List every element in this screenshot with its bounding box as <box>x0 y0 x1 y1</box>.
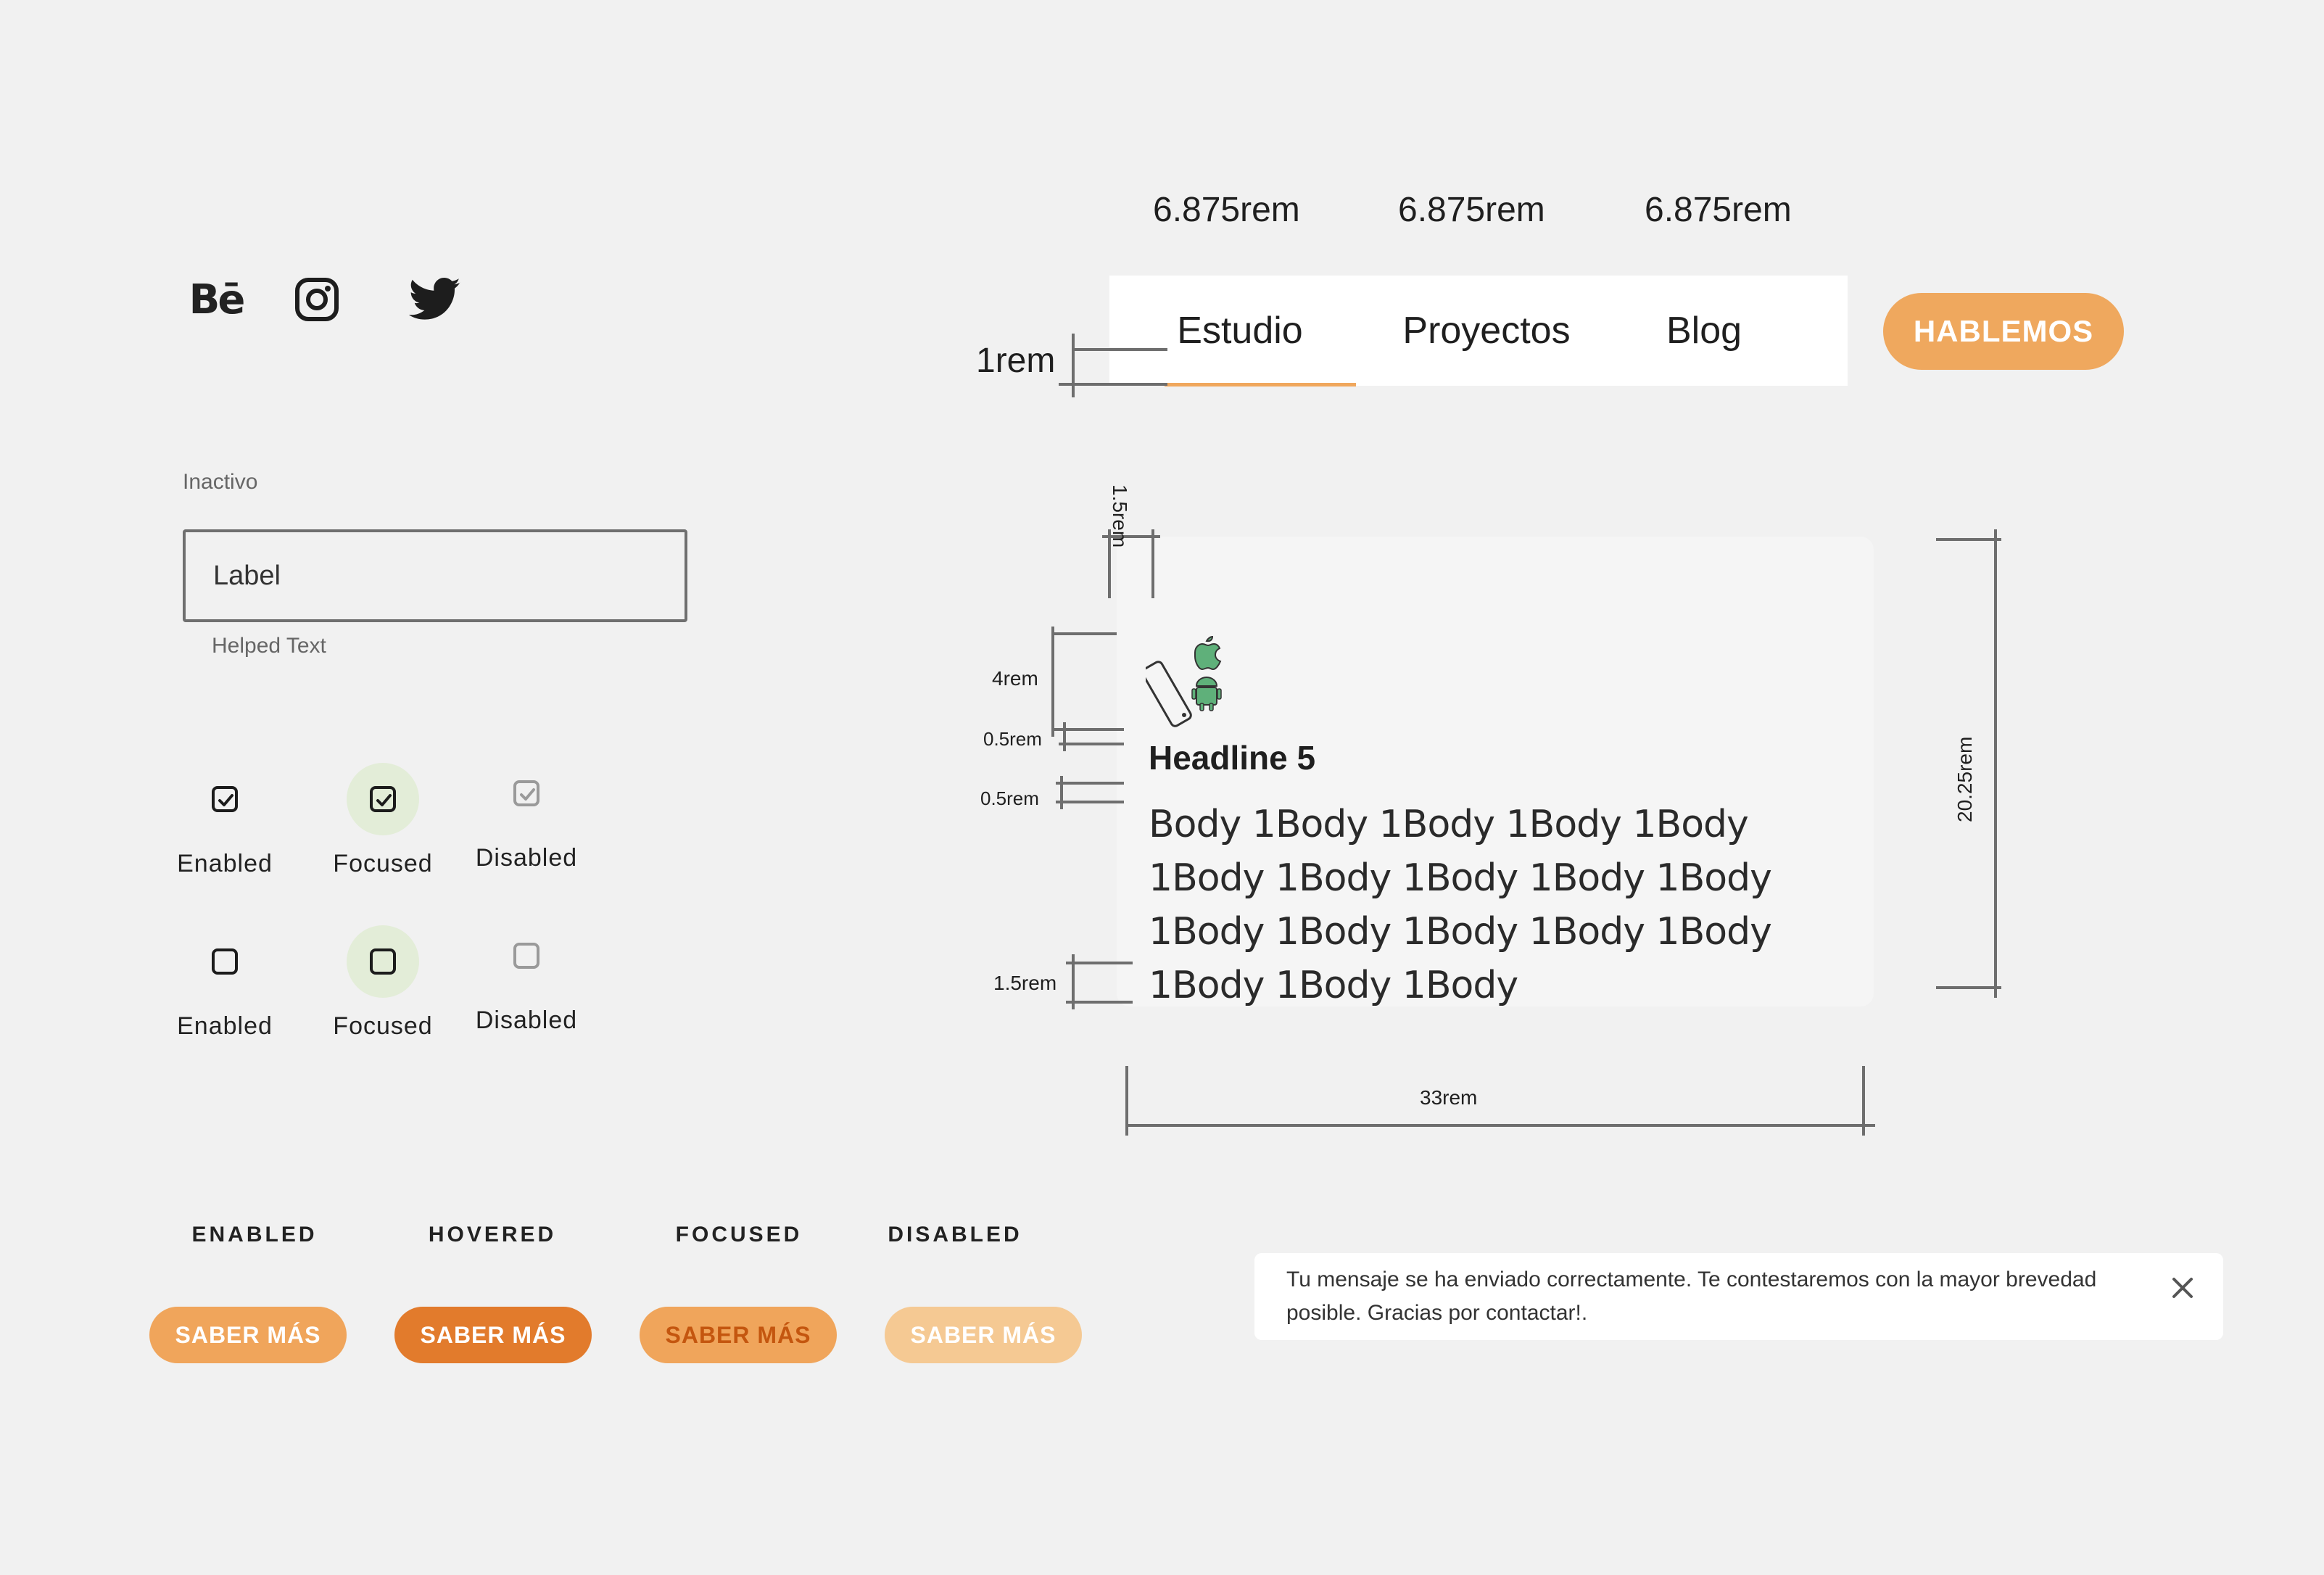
state-title-disabled: DISABLED <box>888 1223 1022 1247</box>
checkbox-unchecked-icon <box>370 948 396 975</box>
state-title-enabled: ENABLED <box>191 1223 318 1247</box>
field-value: Label <box>213 561 281 591</box>
nav-width-label: 6.875rem <box>1153 191 1300 229</box>
checkbox-unchecked-disabled: Disabled <box>461 919 592 1065</box>
nav-width-label: 6.875rem <box>1645 191 1792 229</box>
field-state-label: Inactivo <box>183 470 258 494</box>
nav-height-dimension-line <box>1059 334 1167 397</box>
toast-message: Tu mensaje se ha enviado correctamente. … <box>1286 1268 2097 1325</box>
behance-icon[interactable]: Bē <box>187 276 246 323</box>
checkbox-label: Disabled <box>475 844 578 872</box>
checkbox-label: Enabled <box>177 1012 273 1040</box>
checkbox-checked-icon <box>513 780 539 806</box>
checkbox-label: Enabled <box>177 850 273 877</box>
toast-notification: Tu mensaje se ha enviado correctamente. … <box>1254 1253 2223 1340</box>
label-text-field[interactable]: Label <box>183 529 687 622</box>
twitter-icon[interactable] <box>408 276 463 323</box>
saber-mas-button-focused[interactable]: SABER MÁS <box>640 1307 837 1363</box>
nav-width-label: 6.875rem <box>1398 191 1545 229</box>
checkbox-label: Focused <box>333 1012 433 1040</box>
checkbox-label: Focused <box>333 850 433 877</box>
behance-text: Bē <box>189 276 246 323</box>
nav-item-blog[interactable]: Blog <box>1632 276 1777 386</box>
close-icon[interactable] <box>2168 1273 2197 1302</box>
checkbox-checked-enabled[interactable]: Enabled <box>160 763 290 908</box>
dim-bottom-padding: 1.5rem <box>993 972 1057 994</box>
nav-bar: Estudio Proyectos Blog <box>1109 276 1848 386</box>
checkbox-checked-focused[interactable]: Focused <box>318 763 448 908</box>
active-tab-underline <box>1165 383 1356 386</box>
helper-text: Helped Text <box>212 634 326 658</box>
saber-mas-button-hovered[interactable]: SABER MÁS <box>394 1307 592 1363</box>
dim-gap-2: 0.5rem <box>980 788 1039 809</box>
nav-height-label: 1rem <box>976 342 1056 380</box>
dim-card-width: 33rem <box>1420 1086 1478 1109</box>
checkbox-checked-icon <box>370 786 396 812</box>
checkbox-unchecked-enabled[interactable]: Enabled <box>160 925 290 1070</box>
dim-top-padding: 1.5rem <box>1109 484 1131 548</box>
dim-icon-height: 4rem <box>992 667 1038 690</box>
checkbox-unchecked-focused[interactable]: Focused <box>318 925 448 1070</box>
state-title-hovered: HOVERED <box>428 1223 557 1247</box>
nav-item-proyectos[interactable]: Proyectos <box>1378 276 1595 386</box>
card-dimension-lines <box>1051 529 2001 1136</box>
dim-gap-1: 0.5rem <box>983 728 1042 750</box>
checkbox-unchecked-icon <box>212 948 238 975</box>
dim-card-height: 20.25rem <box>1953 736 1976 822</box>
hablemos-button[interactable]: HABLEMOS <box>1883 293 2124 370</box>
saber-mas-button-disabled: SABER MÁS <box>885 1307 1082 1363</box>
instagram-icon[interactable] <box>293 276 341 323</box>
checkbox-unchecked-icon <box>513 943 539 969</box>
state-title-focused: FOCUSED <box>675 1223 803 1247</box>
checkbox-checked-icon <box>212 786 238 812</box>
saber-mas-button-enabled[interactable]: SABER MÁS <box>149 1307 347 1363</box>
checkbox-checked-disabled: Disabled <box>461 757 592 902</box>
checkbox-label: Disabled <box>475 1006 578 1034</box>
